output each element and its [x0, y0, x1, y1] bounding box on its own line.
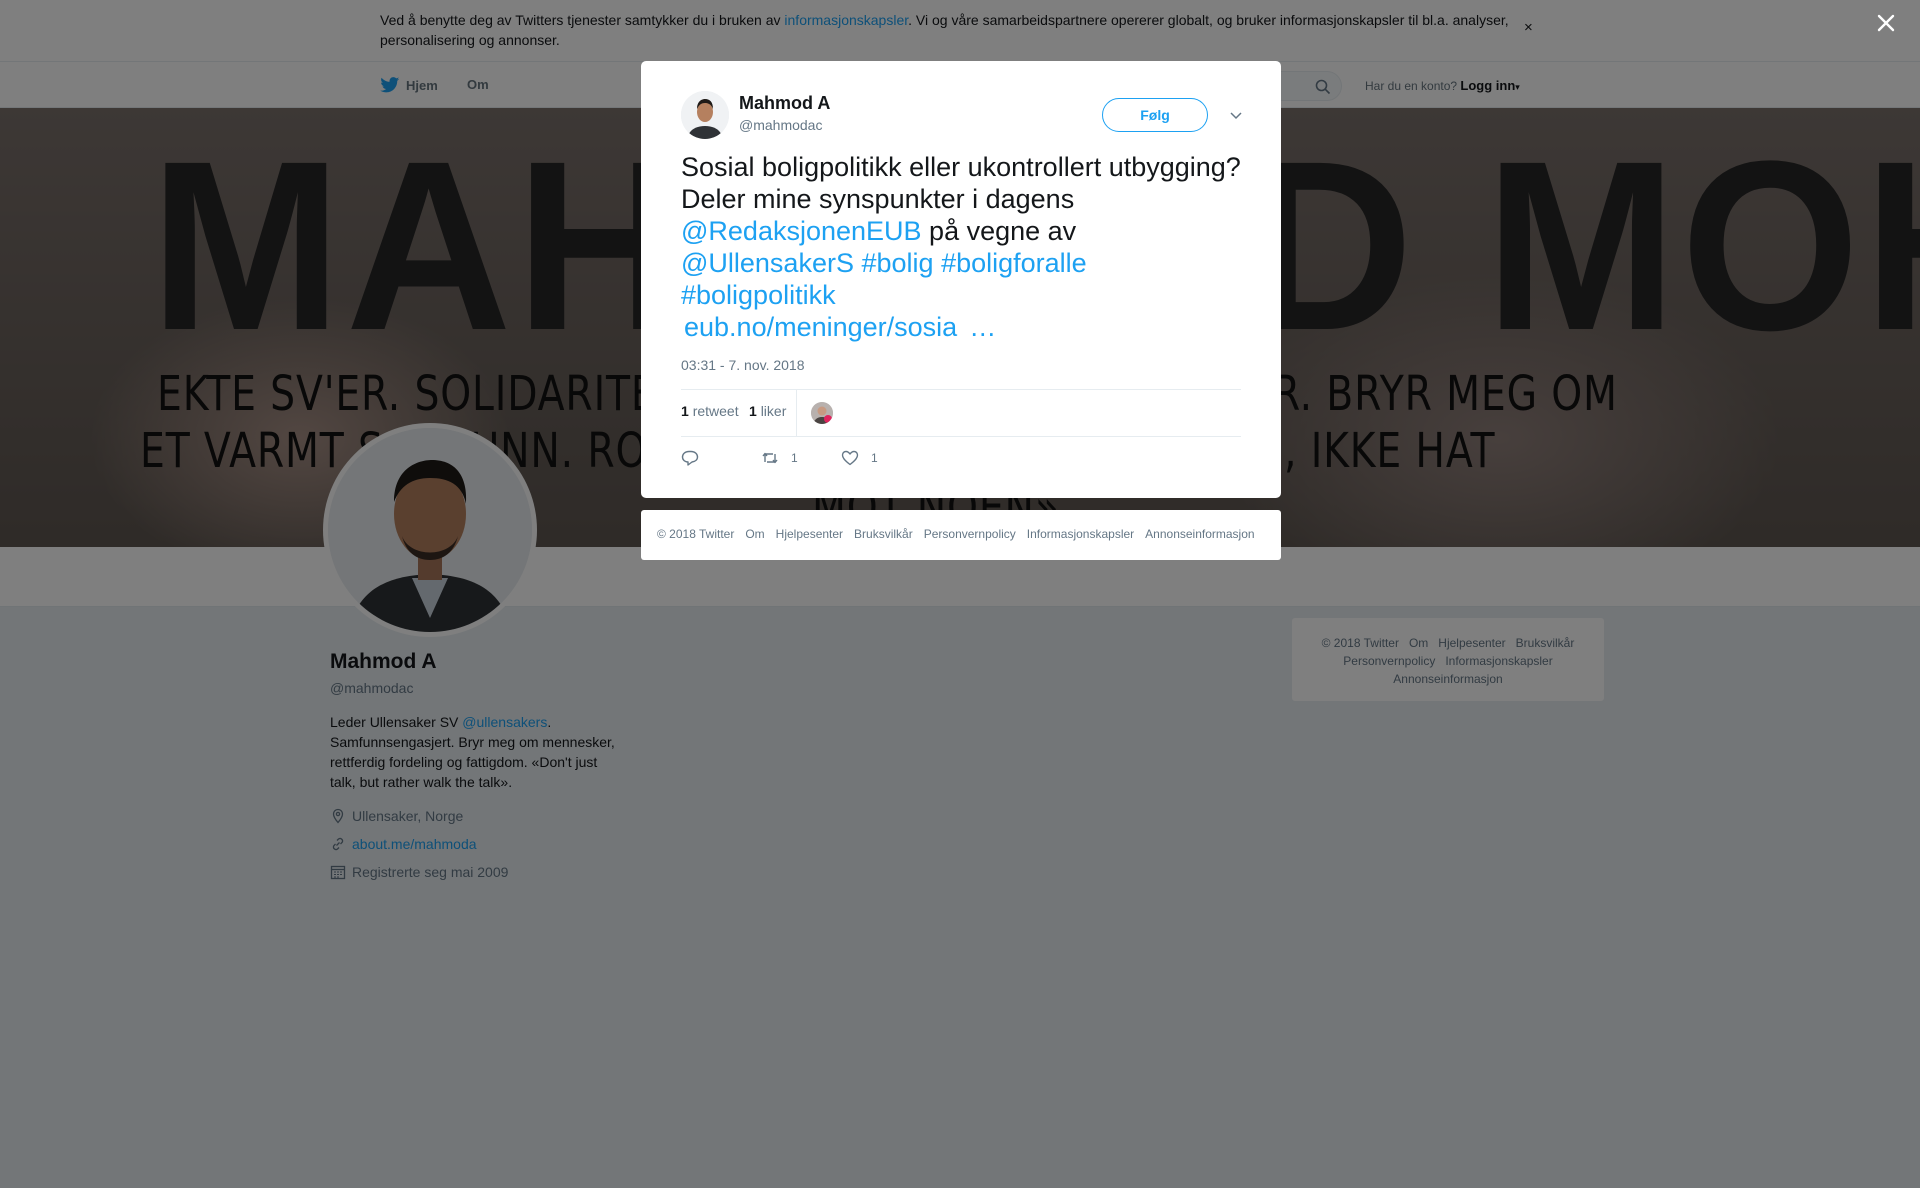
tweet-timestamp[interactable]: 03:31 - 7. nov. 2018: [681, 357, 805, 373]
tweet-actions: 1 1: [681, 449, 1241, 479]
liker-avatar[interactable]: [811, 402, 833, 424]
retweet-stat-count: 1: [681, 403, 689, 419]
modal-footer-about[interactable]: Om: [745, 527, 764, 541]
modal-footer-ads-info[interactable]: Annonseinformasjon: [1145, 527, 1254, 541]
like-stat[interactable]: 1 liker: [749, 403, 786, 419]
tweet-author-avatar[interactable]: [681, 91, 729, 139]
tweet-hashtag-bolig[interactable]: #bolig: [861, 248, 933, 278]
modal-footer-privacy[interactable]: Personvernpolicy: [924, 527, 1016, 541]
retweet-icon: [762, 452, 778, 464]
tweet-url-ellipsis: …: [969, 312, 997, 342]
retweet-button[interactable]: 1: [761, 449, 798, 467]
tweet-text: Sosial boligpolitikk eller ukontrollert …: [681, 151, 1241, 343]
like-stat-label: liker: [760, 403, 787, 419]
tweet-author-handle[interactable]: @mahmodac: [739, 117, 822, 133]
person-photo-icon: [811, 402, 833, 424]
modal-footer-copyright: © 2018 Twitter: [657, 527, 735, 541]
chevron-down-icon[interactable]: [1226, 105, 1246, 125]
heart-icon: [841, 450, 859, 466]
modal-footer-help[interactable]: Hjelpesenter: [776, 527, 843, 541]
reply-icon: [681, 450, 699, 466]
person-photo-icon: [681, 91, 729, 139]
close-icon[interactable]: [1876, 13, 1896, 33]
tweet-permalink-modal: Mahmod A @mahmodac Følg Sosial boligpoli…: [641, 61, 1281, 498]
tweet-stats: 1 retweet 1 liker: [681, 389, 1241, 437]
tweet-mention-redaksjonen[interactable]: @RedaksjonenEUB: [681, 216, 922, 246]
retweet-stat-label: retweet: [692, 403, 739, 419]
like-action-count: 1: [871, 451, 878, 465]
retweet-stat[interactable]: 1 retweet: [681, 403, 739, 419]
tweet-url-link[interactable]: eub.no/meninger/sosia: [684, 312, 957, 342]
modal-footer-terms[interactable]: Bruksvilkår: [854, 527, 913, 541]
reply-button[interactable]: [681, 449, 699, 467]
stats-divider: [796, 390, 797, 436]
tweet-hashtag-boligforalle[interactable]: #boligforalle: [941, 248, 1087, 278]
modal-footer-cookies[interactable]: Informasjonskapsler: [1027, 527, 1134, 541]
modal-footer: © 2018 Twitter Om Hjelpesenter Bruksvilkår P…: [641, 510, 1281, 560]
tweet-mention-ullensakers[interactable]: @UllensakerS: [681, 248, 854, 278]
tweet-hashtag-boligpolitikk[interactable]: #boligpolitikk: [681, 280, 836, 310]
tweet-author-name[interactable]: Mahmod A: [739, 93, 830, 114]
retweet-action-count: 1: [791, 451, 798, 465]
like-button[interactable]: 1: [841, 449, 878, 467]
tweet-text-part-2: på vegne av: [921, 216, 1077, 246]
follow-button[interactable]: Følg: [1102, 98, 1208, 132]
like-stat-count: 1: [749, 403, 757, 419]
tweet-text-part-1: Sosial boligpolitikk eller ukontrollert …: [681, 152, 1241, 214]
